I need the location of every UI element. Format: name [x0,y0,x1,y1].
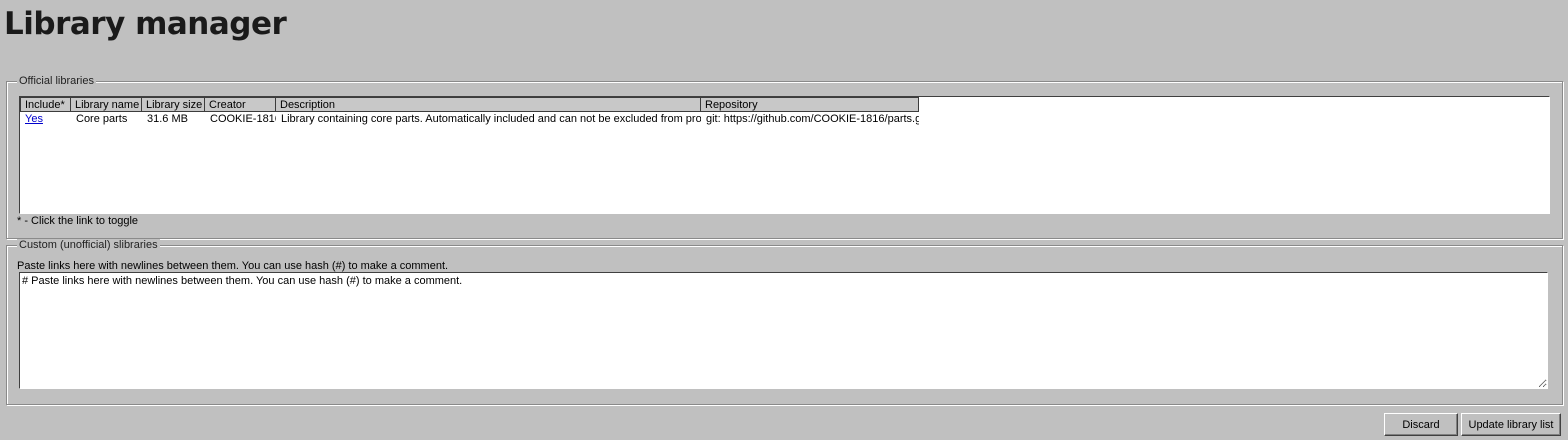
update-library-list-button[interactable]: Update library list [1461,413,1561,436]
column-header-library-size[interactable]: Library size [142,97,205,112]
include-cell: Yes [20,112,71,127]
library-size-cell: 31.6 MB [147,113,188,125]
library-name-cell: Core parts [76,113,128,125]
official-libraries-table[interactable]: Include* Library name Library size Creat… [19,96,1550,214]
column-header-repository[interactable]: Repository [701,97,919,112]
toggle-note: * - Click the link to toggle [17,215,139,227]
creator-cell: COOKIE-1816 [210,113,276,125]
include-toggle-link[interactable]: Yes [25,113,43,125]
column-header-creator[interactable]: Creator [205,97,276,112]
official-libraries-legend: Official libraries [17,75,96,88]
description-cell: Library containing core parts. Automatic… [281,113,701,125]
column-header-description[interactable]: Description [276,97,701,112]
repository-cell: git: https://github.com/COOKIE-1816/part… [706,113,919,125]
table-row[interactable]: Yes Core parts 31.6 MB COOKIE-1816 Libra… [20,112,1549,127]
custom-libraries-group: Custom (unofficial) slibraries Paste lin… [6,239,1563,405]
custom-links-textarea[interactable]: # Paste links here with newlines between… [19,272,1548,389]
column-header-include[interactable]: Include* [20,97,71,112]
table-header: Include* Library name Library size Creat… [20,97,1549,112]
official-libraries-group: Official libraries Include* Library name… [6,75,1563,239]
page-title: Library manager [4,6,287,42]
column-header-library-name[interactable]: Library name [71,97,142,112]
discard-button[interactable]: Discard [1384,413,1458,436]
custom-libraries-legend: Custom (unofficial) slibraries [17,239,160,252]
